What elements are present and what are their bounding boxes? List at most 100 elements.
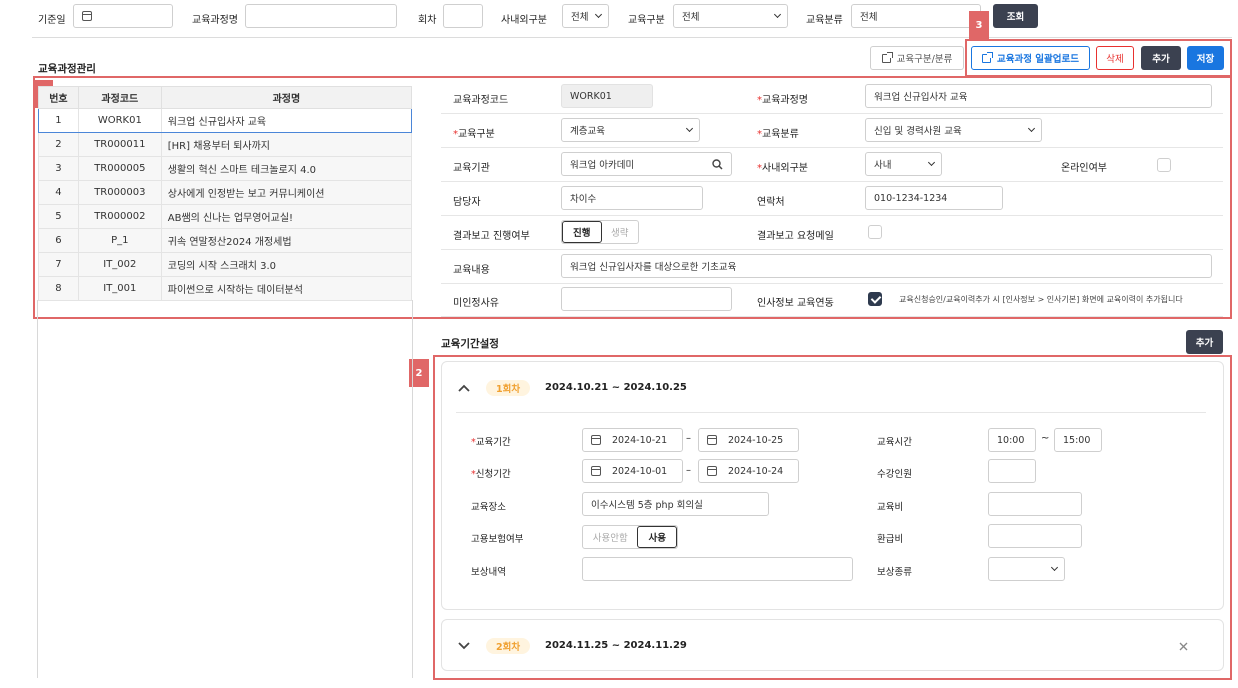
place-label: 교육장소 (471, 502, 506, 513)
insurance-off[interactable]: 사용안함 (583, 526, 637, 548)
insurance-label: 고용보험여부 (471, 534, 524, 545)
edu-type-label: 교육구분 (628, 15, 665, 26)
course-name-form-label-text: 교육과정명 (762, 95, 808, 106)
edu-end-date[interactable]: 2024-10-25 (698, 428, 799, 452)
manager-field[interactable]: 차이수 (561, 186, 703, 210)
contact-field[interactable]: 010-1234-1234 (865, 186, 1003, 210)
edu-type-field[interactable]: 계층교육 (561, 118, 700, 142)
time-label: 교육시간 (877, 437, 912, 448)
edu-type-field-value: 계층교육 (570, 126, 605, 137)
search-button[interactable]: 조회 (993, 4, 1038, 28)
chevron-down-icon[interactable] (458, 642, 470, 650)
result-progress-off[interactable]: 생략 (602, 221, 639, 243)
reward-field[interactable] (582, 557, 853, 581)
edu-end-value: 2024-10-25 (728, 434, 784, 446)
reward-type-select[interactable] (988, 557, 1065, 581)
edu-class-select[interactable]: 전체 (851, 4, 981, 28)
capacity-field[interactable] (988, 459, 1036, 483)
result-progress-label: 결과보고 진행여부 (453, 231, 530, 242)
table-row[interactable]: 4 TR000003 상사에게 인정받는 보고 커뮤니케이션 (38, 180, 413, 205)
edu-class-field[interactable]: 신입 및 경력사원 교육 (865, 118, 1042, 142)
inout-form-label-text: 사내외구분 (762, 163, 808, 174)
table-row[interactable]: 7 IT_002 코딩의 시작 스크래치 3.0 (38, 252, 413, 277)
chevron-down-icon (1027, 124, 1036, 133)
edu-type-form-label: *교육구분 (453, 125, 495, 140)
capacity-label: 수강인원 (877, 469, 912, 480)
in-out-select[interactable]: 전체 (562, 4, 609, 28)
fee-field[interactable] (988, 492, 1082, 516)
edu-period-label-text: 교육기간 (475, 437, 511, 448)
calendar-icon (591, 466, 601, 476)
not-approved-field[interactable] (561, 287, 732, 311)
inout-field[interactable]: 사내 (865, 152, 942, 176)
org-field[interactable]: 워크업 아카데미 (561, 152, 732, 176)
date-dash: – (686, 465, 691, 476)
form-divider (441, 283, 1223, 284)
round-2-pill: 2회차 (486, 638, 531, 654)
round-input[interactable] (443, 4, 483, 28)
cell-name: AB쌤의 신나는 업무영어교실! (160, 204, 413, 229)
cell-code: WORK01 (77, 108, 162, 133)
content-field[interactable]: 워크업 신규입사자를 대상으로한 기초교육 (561, 254, 1212, 278)
form-divider (441, 316, 1223, 317)
form-divider (441, 147, 1223, 148)
form-divider (441, 181, 1223, 182)
cell-name: 코딩의 시작 스크래치 3.0 (160, 252, 413, 277)
cell-no: 3 (38, 156, 79, 181)
cell-code: TR000005 (77, 156, 162, 181)
chevron-up-icon[interactable] (458, 384, 470, 392)
online-label: 온라인여부 (1061, 163, 1107, 174)
code-label: 교육과정코드 (453, 95, 509, 106)
period-add-button[interactable]: 추가 (1186, 330, 1223, 354)
search-icon[interactable] (712, 158, 723, 170)
edu-class-form-label-text: 교육분류 (762, 129, 799, 140)
round-1-pill: 1회차 (486, 380, 531, 396)
date-dash: – (686, 433, 691, 444)
close-icon[interactable] (1179, 642, 1188, 651)
cell-code: TR000011 (77, 132, 162, 157)
table-row[interactable]: 2 TR000011 [HR] 채용부터 퇴사까지 (38, 132, 413, 157)
apply-period-label-text: 신청기간 (475, 469, 511, 480)
edu-type-select[interactable]: 전체 (673, 4, 788, 28)
refund-field[interactable] (988, 524, 1082, 548)
apply-end-date[interactable]: 2024-10-24 (698, 459, 799, 483)
refund-label: 환급비 (877, 534, 904, 545)
table-row[interactable]: 1 WORK01 워크업 신규입사자 교육 (38, 108, 413, 133)
table-row[interactable]: 8 IT_001 파이썬으로 시작하는 데이터분석 (38, 276, 413, 301)
hr-link-checkbox[interactable] (868, 292, 882, 306)
in-out-value: 전체 (571, 12, 589, 23)
course-name-input[interactable] (245, 4, 397, 28)
round-1-range: 2024.10.21 ~ 2024.10.25 (545, 382, 687, 393)
content-label: 교육내용 (453, 265, 490, 276)
chevron-down-icon (594, 10, 603, 19)
place-field[interactable]: 이수시스템 5층 php 회의실 (582, 492, 769, 516)
table-row[interactable]: 6 P_1 귀속 연말정산2024 개정세법 (38, 228, 413, 253)
time-end-field[interactable]: 15:00 (1054, 428, 1102, 452)
base-date-input[interactable] (73, 4, 173, 28)
result-progress-on[interactable]: 진행 (562, 221, 602, 243)
result-progress-toggle[interactable]: 진행 생략 (561, 220, 639, 244)
insurance-on[interactable]: 사용 (637, 526, 677, 548)
result-mail-checkbox[interactable] (868, 225, 882, 239)
cell-no: 8 (38, 276, 79, 301)
badge-3: 3 (969, 11, 989, 39)
apply-start-date[interactable]: 2024-10-01 (582, 459, 683, 483)
course-table: 번호 과정코드 과정명 1 WORK01 워크업 신규입사자 교육 2 TR00001… (38, 86, 413, 301)
time-start-field[interactable]: 10:00 (988, 428, 1036, 452)
cell-code: TR000002 (77, 204, 162, 229)
online-checkbox[interactable] (1157, 158, 1171, 172)
insurance-toggle[interactable]: 사용안함 사용 (582, 525, 678, 549)
edu-start-date[interactable]: 2024-10-21 (582, 428, 683, 452)
col-header-name: 과정명 (160, 86, 413, 109)
cell-name: 상사에게 인정받는 보고 커뮤니케이션 (160, 180, 413, 205)
edu-start-value: 2024-10-21 (612, 434, 668, 446)
edu-class-value: 전체 (860, 12, 878, 23)
category-button[interactable]: 교육구분/분류 (870, 46, 964, 70)
table-row[interactable]: 3 TR000005 생활의 혁신 스마트 테크놀로지 4.0 (38, 156, 413, 181)
cell-code: TR000003 (77, 180, 162, 205)
course-name-field[interactable]: 워크업 신규입사자 교육 (865, 84, 1212, 108)
contact-label: 연락처 (757, 197, 785, 208)
cell-no: 4 (38, 180, 79, 205)
table-row[interactable]: 5 TR000002 AB쌤의 신나는 업무영어교실! (38, 204, 413, 229)
result-mail-label: 결과보고 요청메일 (757, 231, 834, 242)
